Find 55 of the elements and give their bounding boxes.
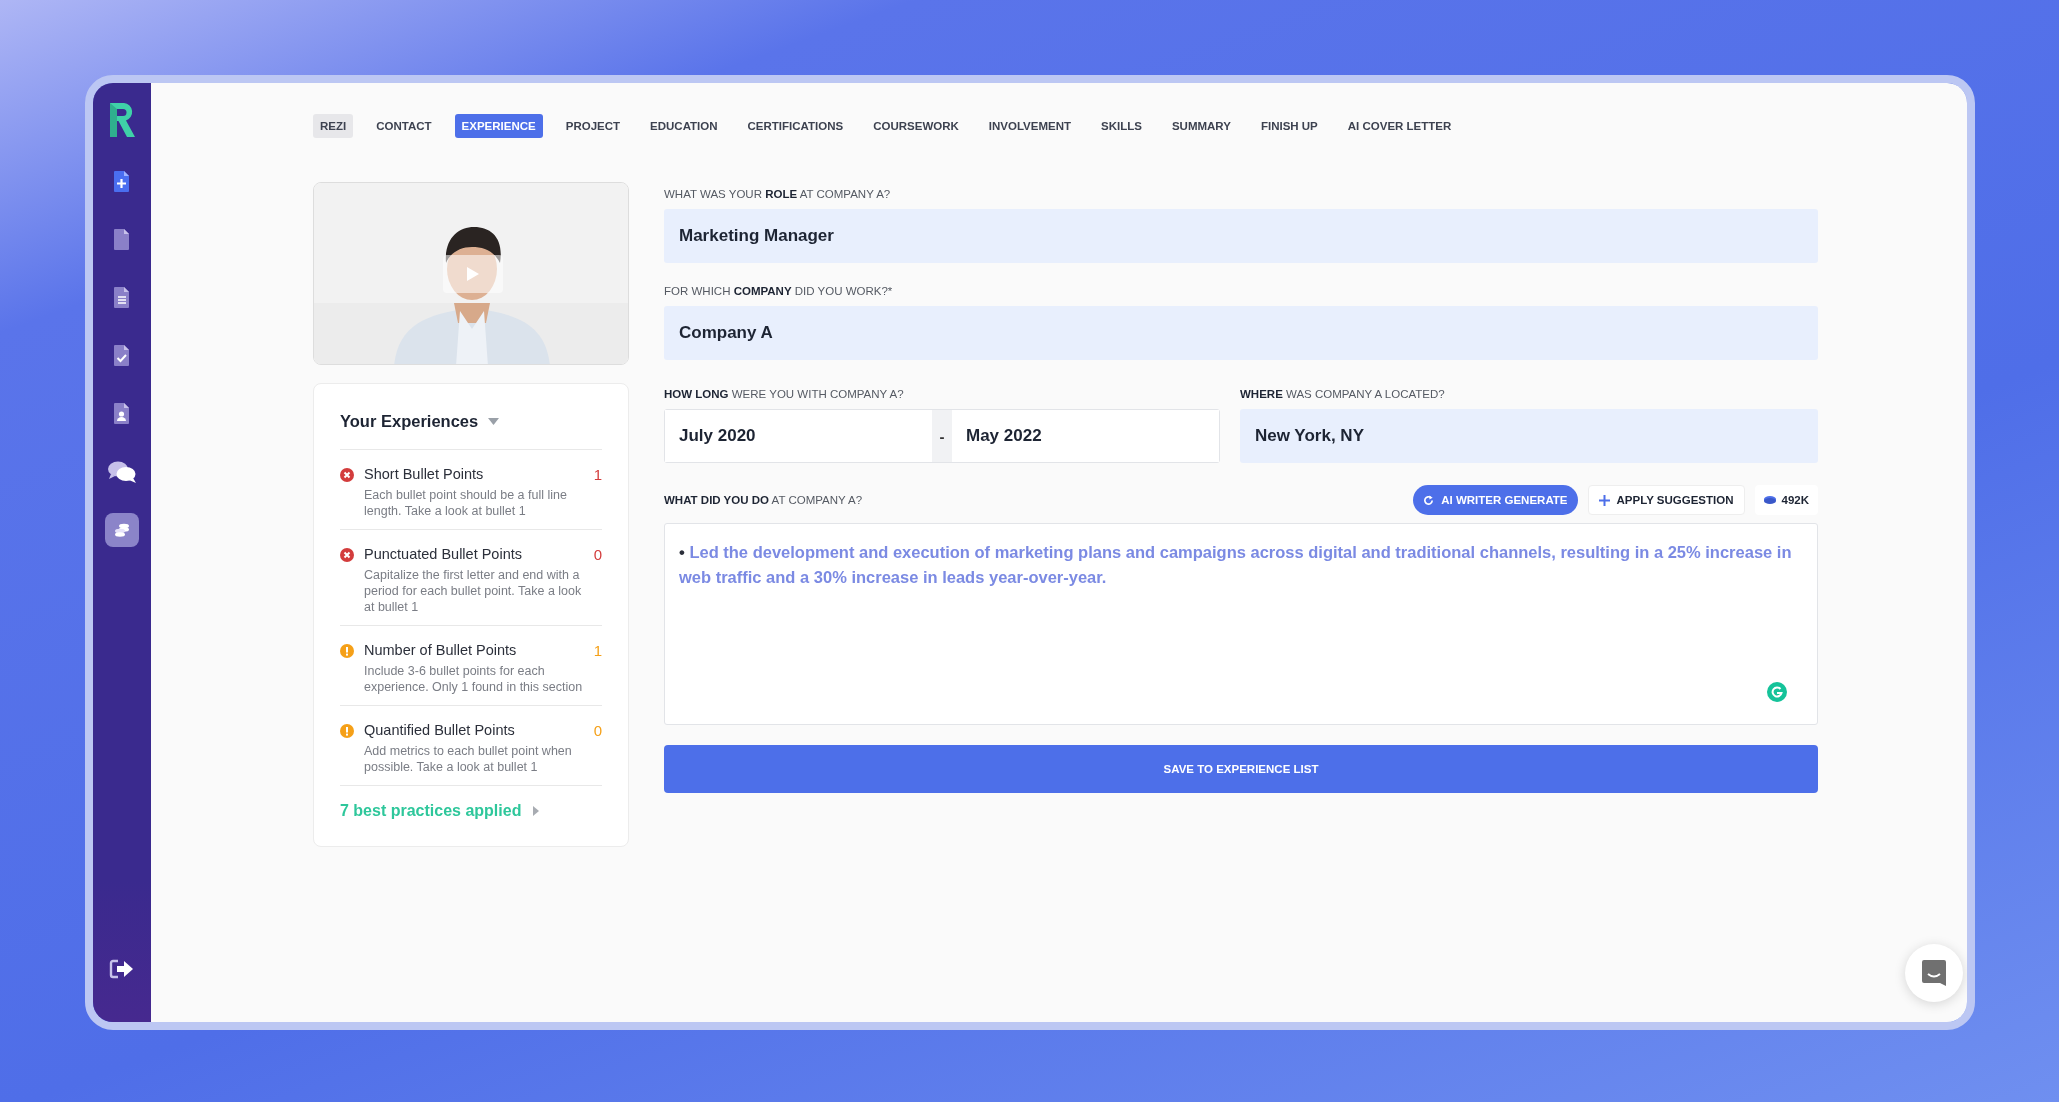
check-title: Quantified Bullet Points	[364, 722, 515, 739]
check-count: 0	[593, 722, 602, 739]
plus-icon	[1598, 494, 1610, 506]
nav-tab[interactable]: COURSEWORK	[866, 114, 966, 138]
coins-button[interactable]	[105, 513, 139, 547]
check-description: Capitalize the first letter and end with a period for each bullet point. Take a look at bullet 1	[364, 567, 583, 615]
field-label: WHERE WAS COMPANY A LOCATED?	[1240, 388, 1446, 400]
company-field[interactable]: Company A	[664, 306, 1818, 360]
dropdown-caret-icon[interactable]	[488, 418, 500, 425]
check-count: 1	[593, 642, 602, 659]
nav-tab[interactable]: SKILLS	[1094, 114, 1149, 138]
field-label: WHAT WAS YOUR ROLE AT COMPANY A?	[664, 188, 892, 200]
check-title: Punctuated Bullet Points	[364, 546, 522, 563]
document-icon[interactable]	[112, 228, 132, 252]
document-check-icon[interactable]	[112, 344, 132, 368]
document-person-icon[interactable]	[112, 402, 132, 426]
ai-generate-button[interactable]: AI WRITER GENERATE	[1413, 485, 1578, 515]
chat-icon[interactable]	[107, 460, 137, 484]
nav-tab[interactable]: INVOLVEMENT	[981, 114, 1079, 138]
play-icon	[466, 266, 480, 282]
nav-tab[interactable]: AI COVER LETTER	[1340, 114, 1459, 138]
save-button[interactable]: SAVE TO EXPERIENCE LIST	[664, 745, 1818, 793]
new-document-icon[interactable]	[112, 170, 132, 194]
role-field[interactable]: Marketing Manager	[664, 209, 1818, 263]
coins-icon	[114, 522, 130, 538]
check-count: 1	[593, 466, 602, 483]
check-title: Short Bullet Points	[364, 466, 484, 483]
caret-icon	[533, 806, 540, 816]
nav-tab[interactable]: FINISH UP	[1253, 114, 1325, 138]
field-label: FOR WHICH COMPANY DID YOU WORK?*	[664, 285, 894, 297]
nav-tab[interactable]: SUMMARY	[1164, 114, 1238, 138]
nav-tab[interactable]: REZI	[313, 114, 354, 138]
check-count: 0	[593, 546, 602, 563]
check-description: Add metrics to each bullet point when possible. Take a look at bullet 1	[364, 743, 573, 775]
nav-tab[interactable]: CONTACT	[369, 114, 439, 138]
nav-tab[interactable]: EXPERIENCE	[454, 114, 543, 138]
field-label: WHAT DID YOU DO AT COMPANY A?	[664, 494, 863, 506]
document-lines-icon[interactable]	[112, 286, 132, 310]
location-field[interactable]: New York, NY	[1240, 409, 1818, 463]
nav-tab[interactable]: CERTIFICATIONS	[740, 114, 851, 138]
nav-tab[interactable]: EDUCATION	[643, 114, 725, 138]
refresh-icon	[1423, 494, 1435, 506]
check-description: Include 3-6 bullet points for each experience. Only 1 found in this section	[364, 663, 584, 695]
check-description: Each bullet point should be a full line length. Take a look at bullet 1	[364, 487, 568, 519]
description-field[interactable]: • Led the development and execution of marketing plans and campaigns across digital and traditional channels, resulting in a 25% increase in web traffic and a 30% increase in leads year-over-year.	[664, 523, 1818, 725]
experiences-title: Your Experiences	[340, 412, 479, 431]
credits-badge: 492K	[1754, 485, 1818, 515]
chat-bubble-icon	[1921, 959, 1947, 987]
logout-icon[interactable]	[109, 958, 135, 980]
nav-tab[interactable]: PROJECT	[558, 114, 628, 138]
check-title: Number of Bullet Points	[364, 642, 517, 659]
apply-suggestion-button[interactable]: APPLY SUGGESTION	[1587, 485, 1745, 515]
coin-icon	[1763, 496, 1776, 504]
chat-button[interactable]	[1905, 944, 1963, 1002]
field-label: HOW LONG WERE YOU WITH COMPANY A?	[664, 388, 905, 400]
